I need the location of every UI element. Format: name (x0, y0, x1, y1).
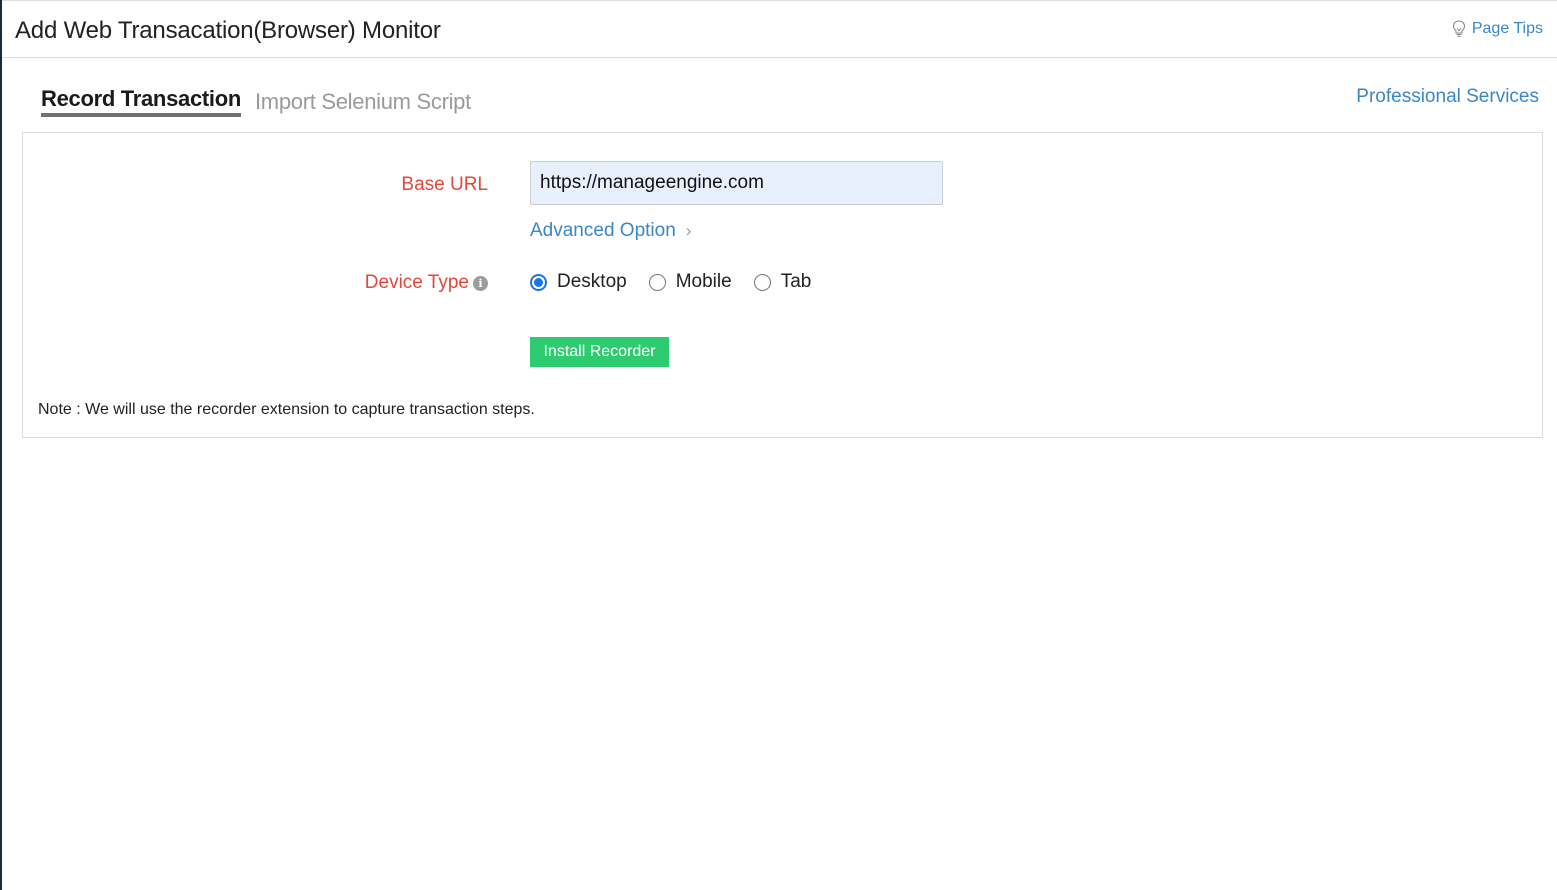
info-icon[interactable]: i (473, 275, 488, 291)
page-header: Add Web Transacation(Browser) Monitor Pa… (2, 1, 1557, 58)
radio-button-desktop[interactable] (530, 273, 547, 291)
radio-mobile-label: Mobile (675, 271, 732, 292)
page-title: Add Web Transacation(Browser) Monitor (15, 17, 441, 44)
advanced-option-label: Advanced Option (530, 220, 676, 241)
radio-button-mobile[interactable] (648, 273, 666, 291)
advanced-option-toggle[interactable]: Advanced Option › (530, 220, 691, 242)
page-tips-link[interactable]: Page Tips (1452, 20, 1543, 38)
radio-mobile[interactable]: Mobile (648, 271, 732, 293)
tab-record-transaction[interactable]: Record Transaction (41, 86, 241, 117)
lightbulb-icon (1452, 20, 1466, 38)
device-type-label: Device Type (364, 272, 469, 293)
radio-desktop[interactable]: Desktop (530, 271, 627, 293)
device-type-radio-group: Desktop Mobile Tab (530, 271, 811, 293)
device-type-label-group: Device Type i (365, 272, 488, 294)
install-recorder-button[interactable]: Install Recorder (530, 337, 669, 367)
record-transaction-form: Base URL Advanced Option › Device Type i… (22, 132, 1543, 438)
chevron-right-icon: › (685, 221, 692, 240)
base-url-input[interactable] (530, 161, 943, 205)
radio-tab-label: Tab (780, 271, 812, 292)
page-tips-label: Page Tips (1471, 20, 1543, 37)
professional-services-link[interactable]: Professional Services (1356, 86, 1539, 108)
radio-tab[interactable]: Tab (753, 271, 812, 293)
radio-desktop-label: Desktop (557, 271, 627, 292)
base-url-label: Base URL (401, 174, 488, 195)
note-text: Note : We will use the recorder extensio… (38, 401, 535, 418)
tab-bar: Record Transaction Import Selenium Scrip… (41, 86, 471, 117)
radio-button-tab[interactable] (753, 273, 771, 291)
tab-import-selenium-script[interactable]: Import Selenium Script (255, 89, 471, 117)
